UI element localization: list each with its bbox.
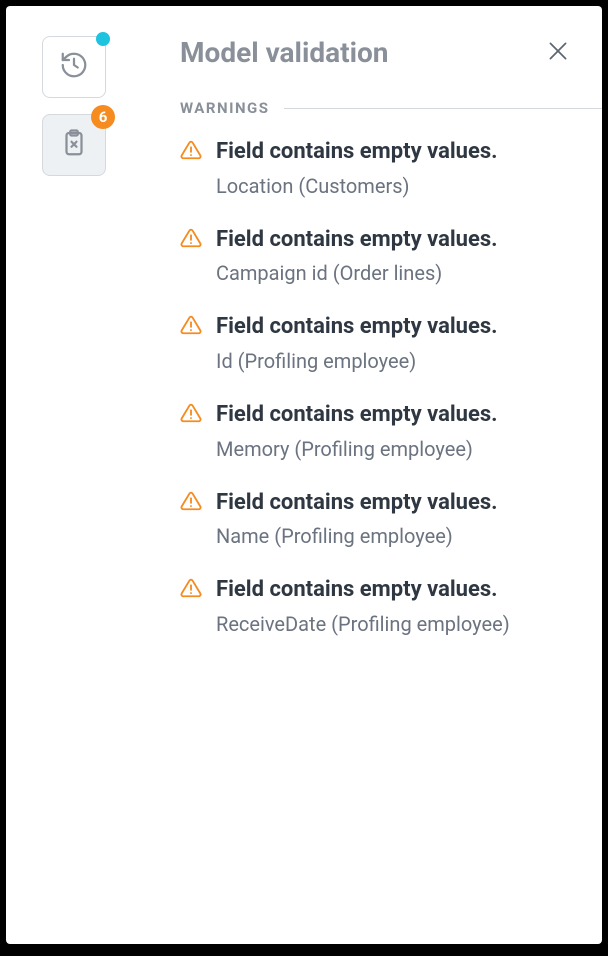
warning-triangle-icon <box>180 225 202 287</box>
sidebar: 6 <box>6 6 156 944</box>
close-button[interactable] <box>544 39 572 67</box>
warning-body: Field contains empty values. Name (Profi… <box>216 488 602 550</box>
warning-item[interactable]: Field contains empty values. Campaign id… <box>180 225 602 287</box>
warning-item[interactable]: Field contains empty values. Memory (Pro… <box>180 400 602 462</box>
history-icon <box>59 50 89 84</box>
notification-dot-icon <box>96 32 110 46</box>
warning-title: Field contains empty values. <box>216 137 594 167</box>
divider <box>284 108 602 109</box>
warning-triangle-icon <box>180 137 202 199</box>
warning-count-badge: 6 <box>91 105 115 129</box>
warning-detail: Memory (Profiling employee) <box>216 436 594 462</box>
warning-body: Field contains empty values. Location (C… <box>216 137 602 199</box>
warning-item[interactable]: Field contains empty values. Location (C… <box>180 137 602 199</box>
validation-panel: Model validation WARNINGS Fiel <box>156 6 602 944</box>
close-icon <box>545 38 571 68</box>
warning-triangle-icon <box>180 400 202 462</box>
warning-detail: ReceiveDate (Profiling employee) <box>216 611 594 637</box>
warning-detail: Campaign id (Order lines) <box>216 260 594 286</box>
warning-triangle-icon <box>180 488 202 550</box>
warning-body: Field contains empty values. Campaign id… <box>216 225 602 287</box>
warning-title: Field contains empty values. <box>216 400 594 430</box>
panel-title: Model validation <box>180 36 388 69</box>
warning-body: Field contains empty values. ReceiveDate… <box>216 575 602 637</box>
warning-item[interactable]: Field contains empty values. Id (Profili… <box>180 312 602 374</box>
panel-header: Model validation <box>156 36 602 99</box>
warning-item[interactable]: Field contains empty values. ReceiveDate… <box>180 575 602 637</box>
warning-title: Field contains empty values. <box>216 575 594 605</box>
warning-title: Field contains empty values. <box>216 225 594 255</box>
warning-title: Field contains empty values. <box>216 312 594 342</box>
clipboard-error-icon <box>59 128 89 162</box>
warning-title: Field contains empty values. <box>216 488 594 518</box>
warning-detail: Id (Profiling employee) <box>216 348 594 374</box>
warning-detail: Location (Customers) <box>216 173 594 199</box>
warning-body: Field contains empty values. Memory (Pro… <box>216 400 602 462</box>
warning-body: Field contains empty values. Id (Profili… <box>216 312 602 374</box>
warning-triangle-icon <box>180 575 202 637</box>
section-header: WARNINGS <box>156 99 602 137</box>
validation-button[interactable]: 6 <box>42 114 106 176</box>
app-frame: 6 Model validation WARNINGS <box>6 6 602 944</box>
warning-item[interactable]: Field contains empty values. Name (Profi… <box>180 488 602 550</box>
warning-detail: Name (Profiling employee) <box>216 523 594 549</box>
warnings-list: Field contains empty values. Location (C… <box>156 137 602 637</box>
section-label: WARNINGS <box>180 99 270 117</box>
history-button[interactable] <box>42 36 106 98</box>
warning-triangle-icon <box>180 312 202 374</box>
